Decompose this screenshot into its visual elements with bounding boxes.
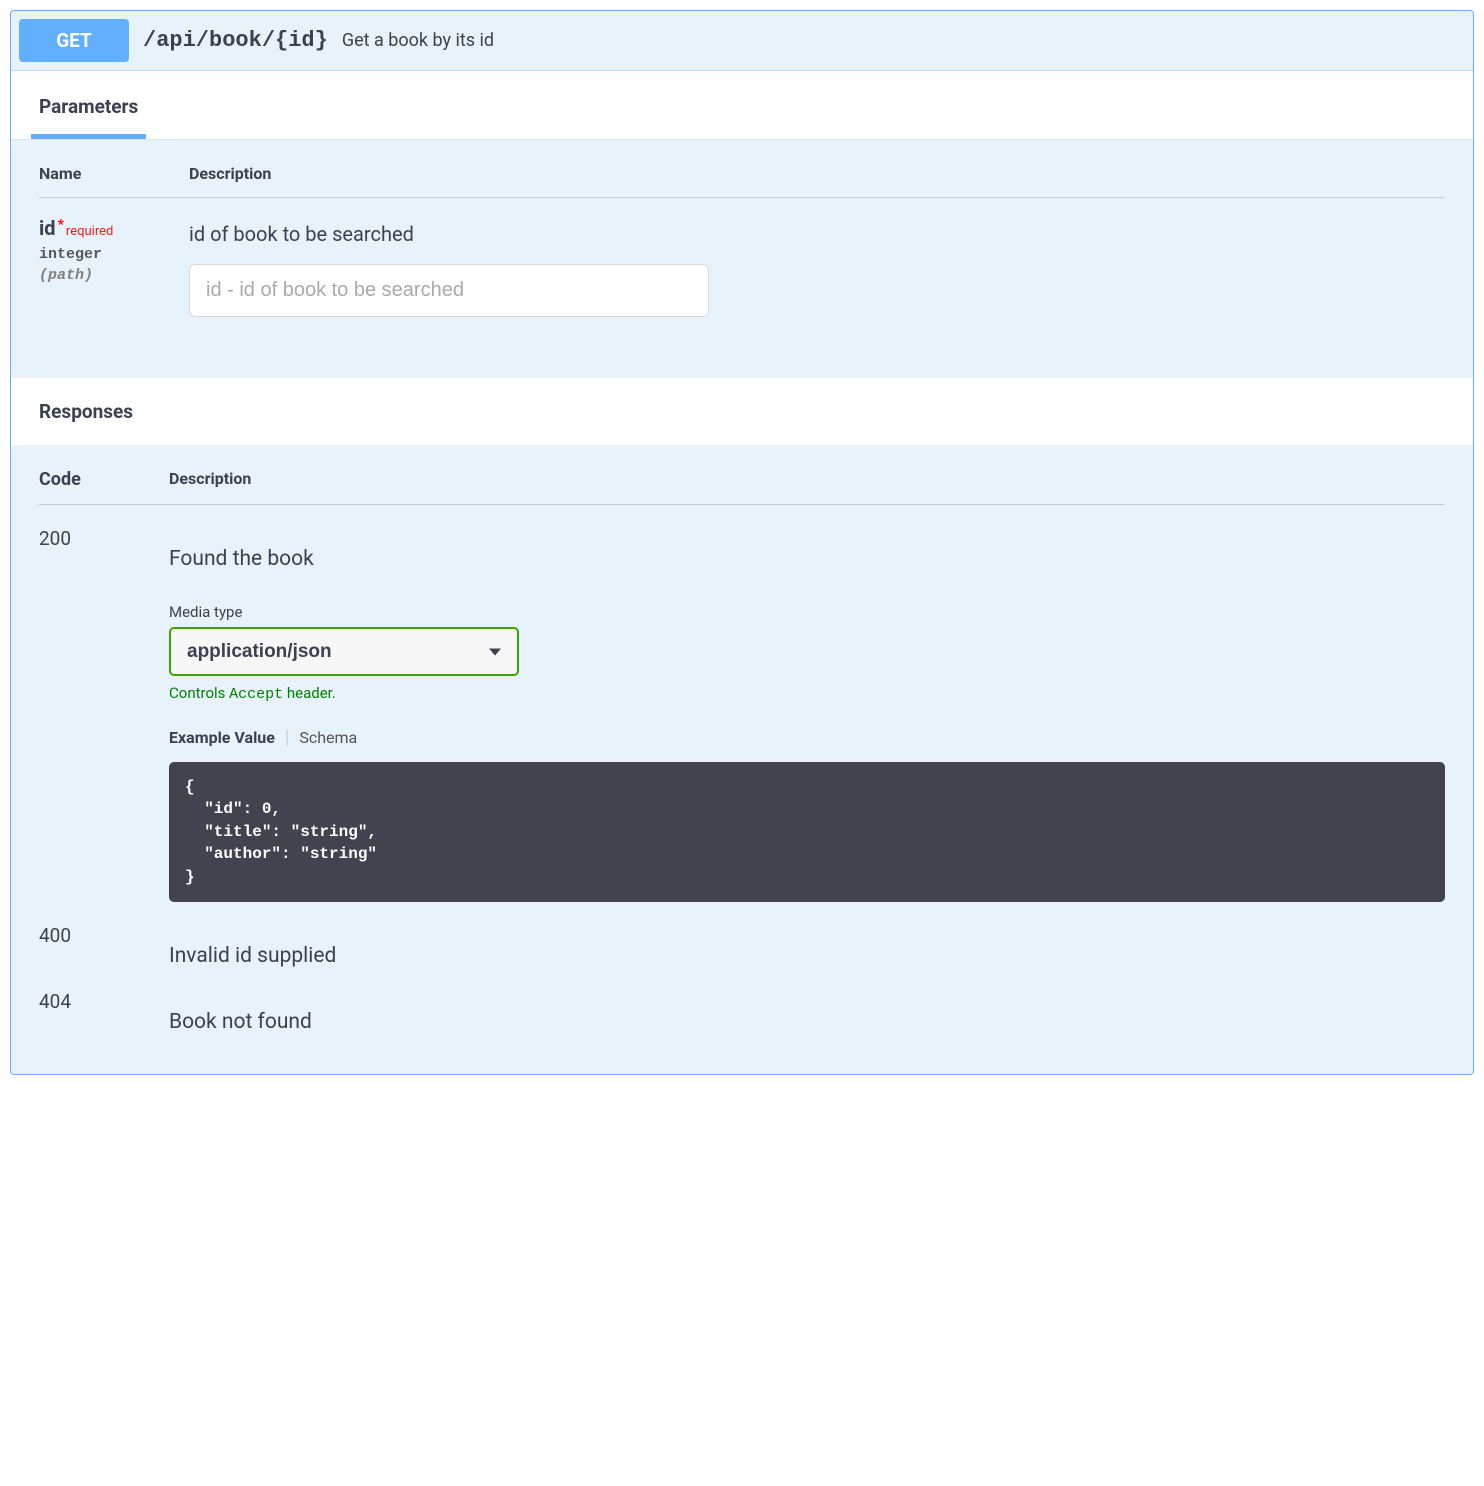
response-description: Found the book <box>169 547 1445 571</box>
operation-path: /api/book/{id} <box>143 28 328 53</box>
parameter-input-id[interactable] <box>189 264 709 317</box>
parameter-desc-cell: id of book to be searched <box>189 216 1445 317</box>
parameters-area: Name Description id*required integer (pa… <box>11 140 1473 377</box>
tab-schema[interactable]: Schema <box>299 728 357 747</box>
response-description: Invalid id supplied <box>169 944 1445 968</box>
tab-example-value[interactable]: Example Value <box>169 728 275 747</box>
required-label: required <box>66 224 113 239</box>
accept-header-hint: Controls Accept header. <box>169 684 1445 703</box>
media-type-select[interactable]: application/json <box>169 627 519 676</box>
parameter-name-cell: id*required integer (path) <box>39 216 189 317</box>
required-star-icon: * <box>58 217 64 233</box>
response-row-400: 400 Invalid id supplied <box>39 902 1445 968</box>
parameters-table-header: Name Description <box>39 164 1445 198</box>
response-code: 400 <box>39 924 169 968</box>
api-operation-block: GET /api/book/{id} Get a book by its id … <box>10 10 1474 1075</box>
model-tabs: Example Value | Schema <box>169 727 1445 748</box>
responses-table-header: Code Description <box>39 469 1445 505</box>
operation-summary: Get a book by its id <box>342 30 494 51</box>
response-code: 200 <box>39 527 169 902</box>
tab-divider: | <box>285 727 289 748</box>
parameter-name: id <box>39 216 56 240</box>
response-row-404: 404 Book not found <box>39 968 1445 1034</box>
parameters-section-header: Parameters <box>11 71 1473 140</box>
responses-section-header: Responses <box>11 377 1473 445</box>
response-row-200: 200 Found the book Media type applicatio… <box>39 505 1445 902</box>
tab-parameters[interactable]: Parameters <box>31 83 146 139</box>
operation-summary-row[interactable]: GET /api/book/{id} Get a book by its id <box>11 11 1473 71</box>
response-code: 404 <box>39 990 169 1034</box>
parameter-type: integer <box>39 246 189 263</box>
response-desc-cell: Book not found <box>169 990 1445 1034</box>
column-respdesc-header: Description <box>169 469 1445 490</box>
parameter-description: id of book to be searched <box>189 222 1445 246</box>
parameter-row: id*required integer (path) id of book to… <box>39 198 1445 317</box>
column-desc-header: Description <box>189 164 1445 183</box>
column-name-header: Name <box>39 164 189 183</box>
accept-hint-code: Accept <box>229 686 283 703</box>
responses-area: Code Description 200 Found the book Medi… <box>11 445 1473 1074</box>
media-type-select-wrapper: application/json <box>169 627 519 676</box>
accept-hint-pre: Controls <box>169 684 229 702</box>
response-desc-cell: Invalid id supplied <box>169 924 1445 968</box>
response-desc-cell: Found the book Media type application/js… <box>169 527 1445 902</box>
accept-hint-post: header. <box>283 684 336 702</box>
media-type-label: Media type <box>169 603 1445 621</box>
example-value-code[interactable]: { "id": 0, "title": "string", "author": … <box>169 762 1445 902</box>
parameter-in: (path) <box>39 267 189 284</box>
column-code-header: Code <box>39 469 169 490</box>
http-method-badge: GET <box>19 19 129 62</box>
response-description: Book not found <box>169 1010 1445 1034</box>
